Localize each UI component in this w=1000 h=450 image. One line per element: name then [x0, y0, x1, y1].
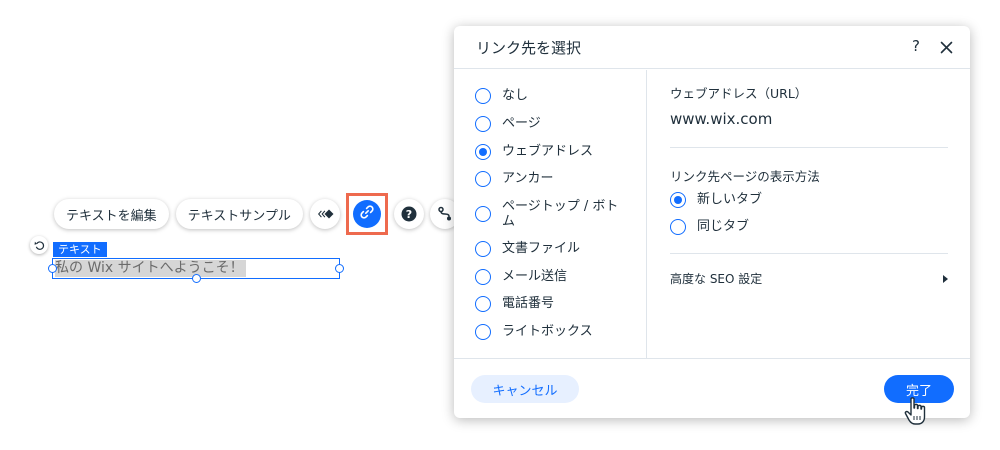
link-button-highlight: [345, 193, 388, 235]
rotate-icon: [34, 236, 45, 255]
connect-icon: [437, 206, 453, 222]
link-type-option[interactable]: なし: [475, 88, 622, 104]
animation-button[interactable]: [309, 199, 340, 229]
radio-button[interactable]: [475, 269, 491, 285]
dialog-header: リンク先を選択 ?: [454, 26, 970, 69]
option-label: アンカー: [502, 171, 554, 186]
radio-button[interactable]: [475, 88, 491, 104]
radio-button[interactable]: [475, 116, 491, 132]
url-input[interactable]: www.wix.com: [670, 110, 772, 128]
edit-text-button[interactable]: テキストを編集: [54, 199, 169, 229]
option-label: ページトップ / ボトム: [502, 199, 619, 229]
radio-button-selected[interactable]: [670, 192, 686, 208]
hand-cursor-icon: [903, 396, 929, 432]
option-label: 電話番号: [502, 296, 555, 311]
rotate-button[interactable]: [30, 236, 48, 254]
radio-button[interactable]: [475, 296, 491, 312]
text-element[interactable]: 私の Wix サイトへようこそ！: [48, 258, 344, 283]
open-mode-label: リンク先ページの表示方法: [670, 169, 820, 184]
option-label: 同じタブ: [697, 219, 750, 234]
radio-button-selected[interactable]: [475, 144, 491, 160]
link-dialog: リンク先を選択 ? なし ページ ウェブアドレス アンカー ページトップ / ボ…: [454, 26, 970, 418]
link-type-option[interactable]: メール送信: [475, 269, 622, 285]
resize-handle-right[interactable]: [335, 264, 344, 273]
link-button[interactable]: [352, 200, 381, 228]
open-mode-option[interactable]: 同じタブ: [670, 219, 817, 235]
animation-icon: [315, 208, 335, 220]
option-label: 文書ファイル: [502, 241, 581, 256]
link-settings-panel: ウェブアドレス（URL） www.wix.com リンク先ページの表示方法 新し…: [648, 70, 970, 358]
radio-button[interactable]: [475, 171, 491, 187]
resize-handle-bottom[interactable]: [192, 274, 201, 283]
radio-button[interactable]: [475, 324, 491, 340]
divider: [670, 253, 948, 254]
help-button[interactable]: ?: [393, 199, 424, 229]
link-icon: [359, 204, 375, 224]
dialog-body: なし ページ ウェブアドレス アンカー ページトップ / ボトム 文書ファイル: [454, 70, 970, 358]
open-mode-option[interactable]: 新しいタブ: [670, 192, 817, 208]
url-field-label: ウェブアドレス（URL）: [670, 86, 808, 101]
text-samples-button[interactable]: テキストサンプル: [175, 199, 303, 229]
dialog-footer: キャンセル 完了: [454, 358, 970, 418]
help-button[interactable]: ?: [912, 37, 920, 55]
link-type-option[interactable]: ページトップ / ボトム: [475, 199, 626, 229]
dialog-title: リンク先を選択: [476, 39, 582, 57]
help-icon: ?: [401, 206, 417, 222]
resize-handle-left[interactable]: [48, 264, 57, 273]
svg-text:?: ?: [406, 208, 412, 221]
link-type-option[interactable]: ページ: [475, 116, 622, 132]
option-label: ページ: [502, 116, 541, 131]
link-type-option[interactable]: ライトボックス: [475, 324, 622, 340]
option-label: ライトボックス: [502, 324, 593, 339]
option-label: ウェブアドレス: [502, 144, 594, 159]
selected-text: 私の Wix サイトへようこそ！: [55, 260, 246, 277]
divider: [670, 147, 948, 148]
link-type-option[interactable]: ウェブアドレス: [475, 144, 622, 160]
option-label: なし: [502, 88, 529, 103]
radio-button[interactable]: [475, 241, 491, 257]
chevron-right-icon: [943, 274, 948, 283]
advanced-seo-settings[interactable]: 高度な SEO 設定: [670, 270, 948, 287]
radio-button[interactable]: [670, 219, 686, 235]
radio-button[interactable]: [475, 206, 491, 222]
link-type-list: なし ページ ウェブアドレス アンカー ページトップ / ボトム 文書ファイル: [454, 70, 647, 358]
option-label: メール送信: [502, 269, 568, 284]
close-icon: [940, 39, 953, 58]
link-type-option[interactable]: 文書ファイル: [475, 241, 622, 257]
cancel-button[interactable]: キャンセル: [471, 375, 579, 403]
close-button[interactable]: [940, 39, 953, 58]
link-type-option[interactable]: 電話番号: [475, 296, 622, 312]
option-label: 新しいタブ: [697, 192, 763, 207]
element-type-tag: テキスト: [53, 242, 107, 257]
link-type-option[interactable]: アンカー: [475, 171, 622, 187]
seo-settings-label: 高度な SEO 設定: [670, 272, 763, 286]
element-toolbar: テキストを編集 テキストサンプル ?: [54, 193, 466, 235]
